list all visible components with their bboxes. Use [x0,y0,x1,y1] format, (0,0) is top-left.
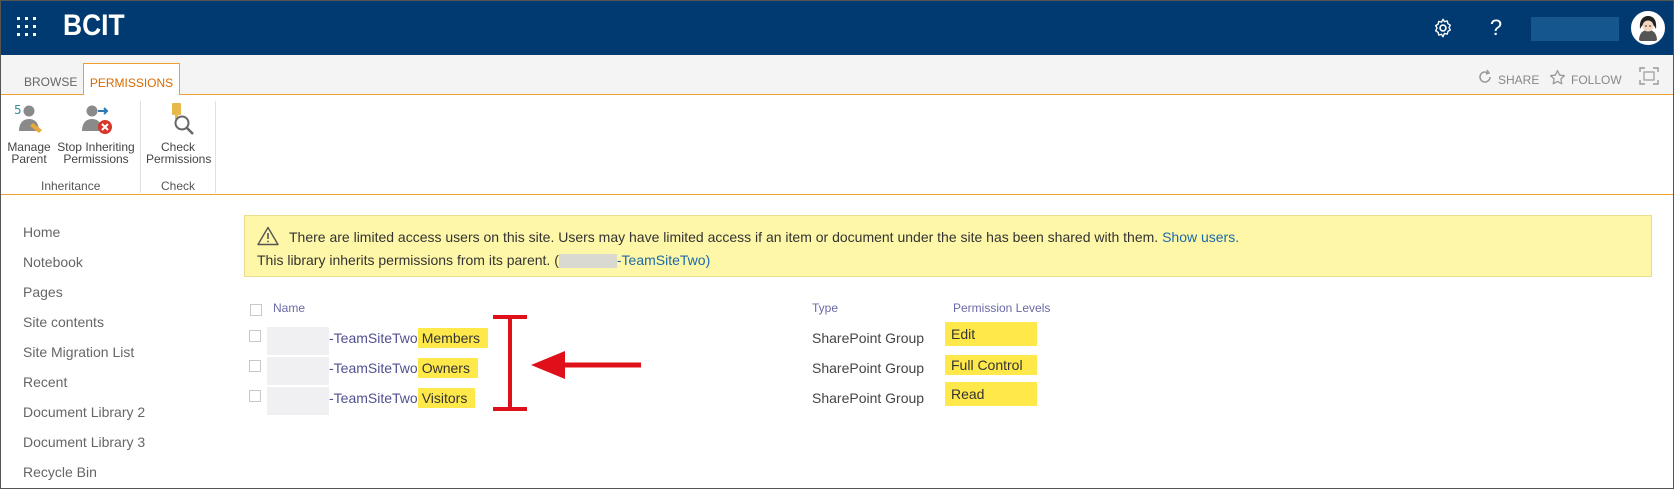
annotation-bracket-arrow [493,315,641,411]
avatar[interactable] [1631,11,1665,45]
notice-text: There are limited access users on this s… [289,229,1159,245]
group-name-link[interactable]: -TeamSiteTwo Visitors [329,388,476,408]
table-row: -TeamSiteTwo Owners SharePoint Group Full… [1,351,1673,385]
manage-parent-icon: 5 [11,101,47,137]
column-header-name[interactable]: Name [273,301,305,315]
ribbon-separator [140,101,141,193]
row-checkbox[interactable] [249,330,261,342]
site-logo[interactable]: BCIT [63,9,125,43]
group-name-link[interactable]: -TeamSiteTwo Owners [329,358,478,378]
redacted-site-name [558,254,617,269]
manage-parent-button[interactable]: 5 Manage Parent [7,101,51,165]
inherit-text-end: ) [705,252,711,268]
nav-item-recycle-bin[interactable]: Recycle Bin [23,463,145,489]
redacted-group-prefix [267,387,329,415]
stop-inheriting-button[interactable]: Stop Inheriting Permissions [56,101,136,165]
group-type: SharePoint Group [812,390,925,406]
follow-label: FOLLOW [1571,73,1622,87]
group-name: -TeamSiteTwo [329,390,418,406]
permission-level: Edit [945,322,1037,346]
group-name: -TeamSiteTwo [329,360,418,376]
permission-level: Full Control [945,355,1037,375]
table-row: -TeamSiteTwo Members SharePoint Group Edi… [1,321,1673,355]
svg-text:5: 5 [14,103,22,117]
row-checkbox[interactable] [249,360,261,372]
ribbon-group-check: Check [161,179,196,193]
select-all-checkbox[interactable] [250,304,262,316]
check-permissions-label-2: Permissions [146,152,212,166]
show-users-link[interactable]: Show users. [1162,229,1239,245]
suite-bar: BCIT ? [1,1,1673,55]
nav-item-document-library-3[interactable]: Document Library 3 [23,433,145,463]
manage-parent-label-2: Parent [11,152,47,166]
group-name-link[interactable]: -TeamSiteTwo Members [329,328,489,348]
app-launcher-icon[interactable] [17,17,39,39]
permission-level: Read [945,382,1037,406]
tab-browse[interactable]: BROWSE [24,75,77,89]
follow-button[interactable]: FOLLOW [1549,69,1622,91]
column-header-permission-levels[interactable]: Permission Levels [953,301,1050,315]
stop-inheriting-icon [78,101,114,137]
table-row: -TeamSiteTwo Visitors SharePoint Group Re… [1,381,1673,415]
limited-access-notice: There are limited access users on this s… [244,215,1652,277]
warning-icon [257,226,279,246]
focus-on-content-icon[interactable] [1639,67,1659,85]
inherit-text: This library inherits permissions from i… [257,252,559,268]
ribbon-tab-row: BROWSE PERMISSIONS SHARE FOLLOW [1,55,1673,96]
check-permissions-icon [160,101,196,137]
group-suffix-highlight: Owners [417,358,478,378]
star-icon [1549,69,1566,91]
user-name-box[interactable] [1531,17,1619,41]
group-type: SharePoint Group [812,330,925,346]
stop-inheriting-label-2: Permissions [63,152,129,166]
share-button[interactable]: SHARE [1477,69,1539,90]
column-header-type[interactable]: Type [812,301,838,315]
gear-icon[interactable] [1429,14,1457,42]
ribbon-separator [215,101,216,193]
nav-item-pages[interactable]: Pages [23,283,145,313]
help-icon[interactable]: ? [1482,14,1510,42]
ribbon-body: 5 Manage Parent Stop Inheriting Permissi… [1,95,1673,195]
group-type: SharePoint Group [812,360,925,376]
group-suffix-highlight: Members [417,328,489,348]
parent-site-link[interactable]: -TeamSiteTwo [617,252,706,268]
group-suffix-highlight: Visitors [417,388,476,408]
group-name: -TeamSiteTwo [329,330,418,346]
nav-item-notebook[interactable]: Notebook [23,253,145,283]
nav-item-home[interactable]: Home [23,223,145,253]
share-icon [1477,69,1493,90]
share-label: SHARE [1498,72,1540,87]
tab-permissions[interactable]: PERMISSIONS [83,63,180,96]
ribbon-group-inheritance: Inheritance [41,179,101,193]
row-checkbox[interactable] [249,390,261,402]
check-permissions-button[interactable]: Check Permissions [146,101,212,166]
